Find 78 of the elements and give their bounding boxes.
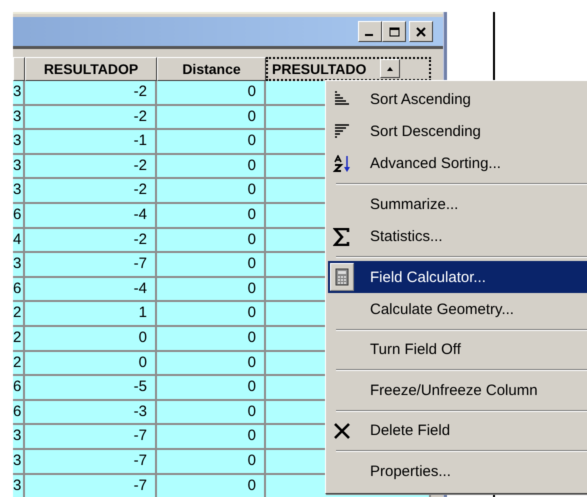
table-cell: 0 — [157, 400, 266, 426]
table-cell: 6 — [13, 204, 25, 229]
table-cell: 0 — [25, 326, 157, 352]
table-cell: 3 — [13, 106, 25, 130]
table-cell: -4 — [25, 204, 157, 229]
table-cell: 3 — [13, 154, 25, 180]
table-cell: 0 — [157, 425, 266, 450]
menu-item[interactable]: Statistics... — [328, 220, 587, 253]
menu-item[interactable]: Sort Descending — [328, 115, 587, 148]
table-cell: 0 — [157, 302, 266, 327]
sigma-icon — [333, 228, 351, 246]
table-cell: 2 — [13, 302, 25, 327]
table-cell: 6 — [13, 400, 25, 426]
table-cell: 0 — [157, 179, 266, 204]
table-cell: -2 — [25, 228, 157, 254]
table-cell: 2 — [13, 352, 25, 376]
table-cell: 0 — [157, 450, 266, 474]
table-cell: 0 — [157, 474, 266, 497]
menu-item[interactable]: Advanced Sorting... — [328, 148, 587, 180]
table-cell: -7 — [25, 474, 157, 497]
table-cell: -1 — [25, 130, 157, 155]
table-cell: -4 — [25, 278, 157, 302]
table-cell: 3 — [13, 450, 25, 474]
table-cell: -7 — [25, 425, 157, 450]
table-cell: 0 — [157, 81, 266, 106]
column-header[interactable] — [13, 57, 25, 81]
table-cell: 0 — [157, 204, 266, 229]
menu-item[interactable]: Summarize... — [328, 188, 587, 221]
close-button[interactable] — [409, 21, 433, 42]
table-cell: 0 — [157, 352, 266, 376]
menu-item[interactable]: Sort Ascending — [328, 83, 587, 116]
table-cell: 0 — [157, 326, 266, 352]
table-cell: 3 — [13, 130, 25, 155]
calculator-icon — [333, 268, 351, 286]
column-header[interactable]: Distance — [157, 57, 266, 81]
table-cell: 3 — [13, 81, 25, 106]
sort-button[interactable] — [380, 59, 400, 78]
table-cell: -2 — [25, 106, 157, 130]
sort-icon — [333, 154, 351, 173]
table-cell: -3 — [25, 400, 157, 426]
menu-item[interactable]: Field Calculator... — [328, 260, 587, 294]
table-cell: -2 — [25, 154, 157, 180]
delete-icon — [333, 422, 351, 440]
table-cell: 0 — [157, 130, 266, 155]
table-cell: 6 — [13, 376, 25, 401]
table-cell: -5 — [25, 376, 157, 401]
table-cell: -7 — [25, 253, 157, 278]
table-cell: 0 — [25, 352, 157, 376]
maximize-icon — [388, 26, 400, 36]
menu-item[interactable]: Delete Field — [328, 414, 587, 447]
table-cell: 0 — [157, 228, 266, 254]
table-cell: 6 — [13, 278, 25, 302]
table-cell: 0 — [157, 106, 266, 130]
table-cell: 0 — [157, 376, 266, 401]
table-cell: 0 — [157, 253, 266, 278]
table-cell: 0 — [157, 154, 266, 180]
table-cell: -7 — [25, 450, 157, 474]
table-cell: 4 — [13, 228, 25, 254]
table-cell: -2 — [25, 81, 157, 106]
close-icon — [416, 26, 426, 36]
menu-item[interactable]: Calculate Geometry... — [328, 293, 587, 326]
triangle-icon — [387, 66, 393, 70]
menu-item[interactable]: Turn Field Off — [328, 334, 587, 366]
table-cell: 2 — [13, 326, 25, 352]
menu-item[interactable]: Properties... — [328, 454, 587, 488]
table-cell: 3 — [13, 474, 25, 497]
minimize-icon — [365, 34, 373, 36]
table-cell: 3 — [13, 425, 25, 450]
maximize-button[interactable] — [382, 21, 406, 42]
table-cell: 1 — [25, 302, 157, 327]
table-cell: 3 — [13, 253, 25, 278]
minimize-button[interactable] — [358, 21, 382, 42]
column-header[interactable]: RESULTADOP — [25, 57, 157, 81]
menu-item[interactable]: Freeze/Unfreeze Column — [328, 374, 587, 407]
sort-descending-icon — [333, 122, 351, 141]
table-cell: 3 — [13, 179, 25, 204]
table-cell: 0 — [157, 278, 266, 302]
table-cell: -2 — [25, 179, 157, 204]
